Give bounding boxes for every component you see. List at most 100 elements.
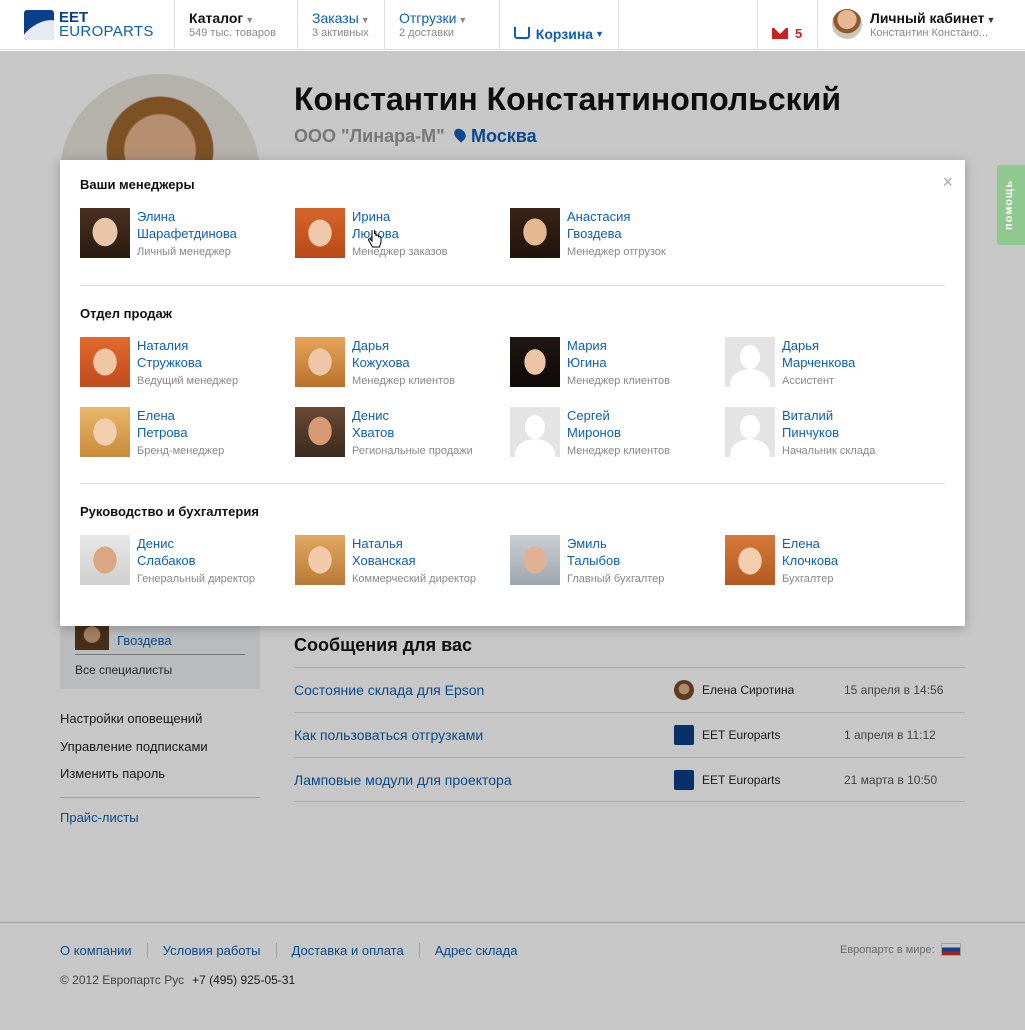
person-last-name[interactable]: Миронов	[567, 424, 670, 441]
nav-shipments-label: Отгрузки	[399, 10, 457, 26]
person-last-name[interactable]: Клочкова	[782, 552, 838, 569]
person-info: Наталья Хованская Коммерческий директор	[352, 535, 476, 605]
person-card[interactable]: Наталья Хованская Коммерческий директор	[295, 535, 510, 605]
person-card[interactable]: Анастасия Гвоздева Менеджер отгрузок	[510, 208, 725, 278]
help-tab[interactable]: помощь	[997, 165, 1025, 245]
nav-account-label: Личный кабинет	[870, 10, 985, 26]
person-last-name[interactable]: Талыбов	[567, 552, 664, 569]
person-card[interactable]: ИринаЛюдова Менеджер заказов	[295, 208, 510, 278]
person-role: Менеджер клиентов	[352, 375, 455, 387]
nav-catalog[interactable]: Каталог ▼ 549 тыс. товаров	[174, 0, 297, 50]
person-card[interactable]: Наталия Стружкова Ведущий менеджер	[80, 337, 295, 407]
person-last-name[interactable]: Марченкова	[782, 354, 855, 371]
logo-line2: EUROPARTS	[59, 23, 154, 40]
person-first-name[interactable]: Наталья	[352, 535, 476, 552]
chevron-down-icon: ▼	[245, 15, 255, 25]
nav-orders[interactable]: Заказы ▼ 3 активных	[297, 0, 384, 50]
section-your-managers: Ваши менеджеры Элина Шарафетдинова Личный …	[80, 177, 945, 278]
avatar	[725, 407, 775, 457]
person-first-name[interactable]: Мария	[567, 337, 670, 354]
help-label: помощь	[1003, 180, 1015, 230]
person-last-name[interactable]: Людова	[352, 225, 448, 242]
people-row: Елена Петрова Бренд-менеджер Денис Хватов Рег…	[80, 407, 945, 477]
avatar	[832, 9, 862, 39]
nav-cart[interactable]: Корзина ▼	[499, 0, 619, 50]
person-card[interactable]: Эмиль Талыбов Главный бухгалтер	[510, 535, 725, 605]
avatar	[295, 407, 345, 457]
person-first-name[interactable]: Дарья	[352, 337, 455, 354]
person-role: Менеджер заказов	[352, 246, 448, 258]
person-card[interactable]: Сергей Миронов Менеджер клиентов	[510, 407, 725, 477]
person-last-name[interactable]: Хованская	[352, 552, 476, 569]
people-row: Денис Слабаков Генеральный директор Наталья…	[80, 535, 945, 605]
person-role: Менеджер отгрузок	[567, 246, 666, 258]
person-card[interactable]: Денис Слабаков Генеральный директор	[80, 535, 295, 605]
person-last-name[interactable]: Кожухова	[352, 354, 455, 371]
person-first-name[interactable]: Виталий	[782, 407, 875, 424]
avatar	[295, 208, 345, 258]
avatar	[725, 337, 775, 387]
nav-account[interactable]: Личный кабинет ▼ Константин Констано...	[817, 0, 1025, 50]
nav-mail[interactable]: 5	[757, 0, 817, 50]
mail-icon	[772, 28, 788, 39]
person-last-name[interactable]: Пинчуков	[782, 424, 875, 441]
person-first-name[interactable]: Сергей	[567, 407, 670, 424]
avatar	[725, 535, 775, 585]
avatar	[295, 535, 345, 585]
person-info: Дарья Марченкова Ассистент	[782, 337, 855, 407]
person-last-name[interactable]: Стружкова	[137, 354, 238, 371]
person-role: Ведущий менеджер	[137, 375, 239, 387]
person-first-name[interactable]: Дарья	[782, 337, 855, 354]
person-card[interactable]: Дарья Марченкова Ассистент	[725, 337, 940, 407]
person-card[interactable]: Елена Петрова Бренд-менеджер	[80, 407, 295, 477]
person-role: Менеджер клиентов	[567, 375, 670, 387]
person-role: Начальник склада	[782, 445, 876, 457]
nav-shipments-sub: 2 доставки	[399, 27, 455, 39]
person-role: Коммерческий директор	[352, 573, 477, 585]
person-card[interactable]: Мария Югина Менеджер клиентов	[510, 337, 725, 407]
person-last-name[interactable]: Гвоздева	[567, 225, 666, 242]
hand-cursor-icon	[368, 230, 382, 248]
person-card[interactable]: Элина Шарафетдинова Личный менеджер	[80, 208, 295, 278]
avatar	[510, 208, 560, 258]
person-first-name[interactable]: Елена	[782, 535, 838, 552]
nav-orders-label: Заказы	[312, 10, 359, 26]
nav-catalog-label: Каталог	[189, 10, 244, 26]
person-first-name[interactable]: Денис	[352, 407, 473, 424]
person-info: Элина Шарафетдинова Личный менеджер	[137, 208, 237, 278]
person-info: Елена Петрова Бренд-менеджер	[137, 407, 224, 477]
person-first-name[interactable]: Анастасия	[567, 208, 666, 225]
person-card[interactable]: Елена Клочкова Бухгалтер	[725, 535, 940, 605]
person-card[interactable]: Денис Хватов Региональные продажи	[295, 407, 510, 477]
avatar	[295, 337, 345, 387]
person-info: Наталия Стружкова Ведущий менеджер	[137, 337, 238, 407]
avatar	[80, 208, 130, 258]
person-info: Денис Слабаков Генеральный директор	[137, 535, 255, 605]
person-first-name[interactable]: Денис	[137, 535, 255, 552]
person-last-name[interactable]: Хватов	[352, 424, 473, 441]
person-first-name[interactable]: Ирина	[352, 208, 448, 225]
chevron-down-icon: ▼	[986, 15, 996, 25]
person-first-name[interactable]: Элина	[137, 208, 237, 225]
person-last-name[interactable]: Слабаков	[137, 552, 255, 569]
person-last-name[interactable]: Шарафетдинова	[137, 225, 237, 242]
nav-orders-sub: 3 активных	[312, 27, 369, 39]
person-info: Елена Клочкова Бухгалтер	[782, 535, 838, 605]
section-title: Отдел продаж	[80, 306, 172, 321]
person-last-name[interactable]: Югина	[567, 354, 670, 371]
person-info: Виталий Пинчуков Начальник склада	[782, 407, 875, 477]
person-card[interactable]: Виталий Пинчуков Начальник склада	[725, 407, 940, 477]
eet-europarts-logo[interactable]: EET EUROPARTS	[24, 10, 154, 40]
person-first-name[interactable]: Эмиль	[567, 535, 664, 552]
nav-shipments[interactable]: Отгрузки ▼ 2 доставки	[384, 0, 499, 50]
person-card[interactable]: Дарья Кожухова Менеджер клиентов	[295, 337, 510, 407]
person-role: Региональные продажи	[352, 445, 473, 457]
person-role: Главный бухгалтер	[567, 573, 665, 585]
person-last-name[interactable]: Петрова	[137, 424, 224, 441]
person-info: Эмиль Талыбов Главный бухгалтер	[567, 535, 664, 605]
person-info: Денис Хватов Региональные продажи	[352, 407, 473, 477]
person-first-name[interactable]: Елена	[137, 407, 224, 424]
person-info: Мария Югина Менеджер клиентов	[567, 337, 670, 407]
person-role: Бренд-менеджер	[137, 445, 225, 457]
person-first-name[interactable]: Наталия	[137, 337, 238, 354]
